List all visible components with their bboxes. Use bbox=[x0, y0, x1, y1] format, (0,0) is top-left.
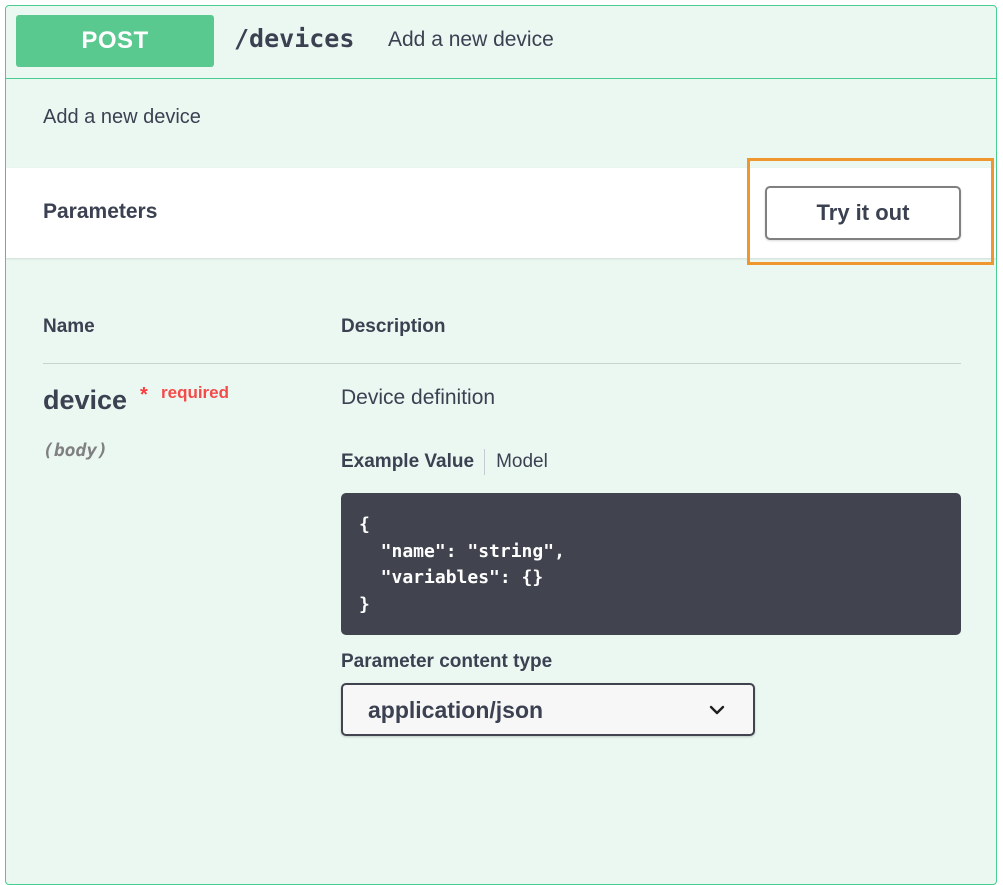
parameter-name: device bbox=[43, 385, 128, 415]
table-divider bbox=[43, 363, 961, 364]
operation-description: Add a new device bbox=[43, 106, 201, 128]
content-type-select[interactable]: application/json bbox=[341, 683, 755, 736]
post-devices-operation: POST /devices Add a new device Add a new… bbox=[5, 5, 997, 885]
operation-path: /devices bbox=[234, 24, 355, 53]
content-type-value: application/json bbox=[368, 697, 544, 723]
tab-model[interactable]: Model bbox=[496, 449, 548, 475]
content-type-label: Parameter content type bbox=[341, 651, 553, 672]
operation-summary-description: Add a new device bbox=[388, 28, 554, 51]
parameters-title: Parameters bbox=[43, 200, 158, 223]
required-star: * bbox=[140, 384, 148, 406]
operation-summary[interactable]: POST /devices Add a new device bbox=[6, 6, 996, 79]
parameter-location: (body) bbox=[43, 440, 109, 461]
example-model-tabs: Example Value Model bbox=[341, 449, 548, 479]
try-it-out-button[interactable]: Try it out bbox=[765, 186, 961, 240]
required-label: required bbox=[161, 383, 230, 402]
column-header-name: Name bbox=[43, 316, 95, 337]
example-value-code: { "name": "string", "variables": {} } bbox=[341, 493, 961, 635]
chevron-down-icon bbox=[707, 700, 727, 720]
tab-example-value[interactable]: Example Value bbox=[341, 449, 474, 475]
example-json: { "name": "string", "variables": {} } bbox=[359, 514, 565, 615]
column-header-description: Description bbox=[341, 316, 446, 337]
tab-divider bbox=[484, 449, 486, 475]
method-badge: POST bbox=[16, 15, 214, 67]
parameters-header: Parameters Try it out bbox=[6, 158, 996, 265]
parameter-description: Device definition bbox=[341, 386, 496, 409]
